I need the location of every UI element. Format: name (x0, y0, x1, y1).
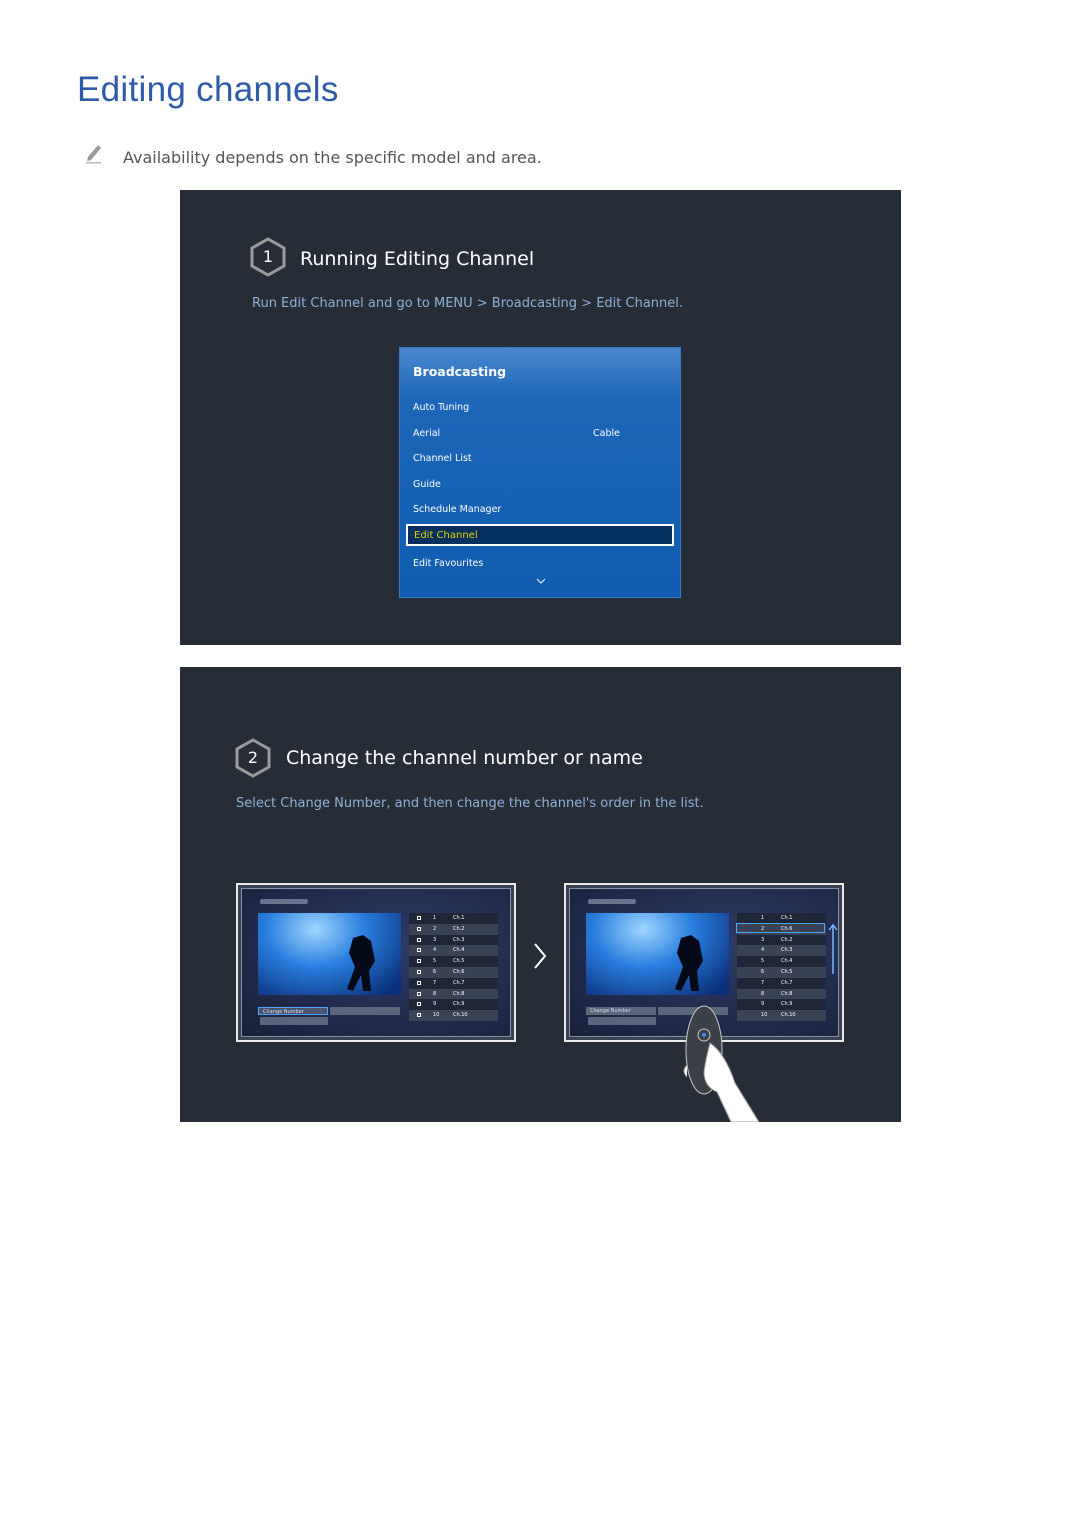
channel-row[interactable]: 6 Ch.5 (737, 966, 826, 978)
channel-row[interactable]: 3 Ch.2 (737, 934, 826, 946)
channel-row[interactable]: 8 Ch.8 (737, 988, 826, 1000)
channel-name: Ch.5 (453, 958, 465, 965)
step2-panel: 2 Change the channel number or name Sele… (180, 667, 901, 1122)
screen-header (260, 899, 308, 904)
page-title: Editing channels (77, 70, 339, 109)
remote-in-hand-icon (683, 1005, 760, 1122)
menu-item-edit-favourites[interactable]: Edit Favourites (413, 558, 483, 569)
chevron-down-icon[interactable] (536, 578, 546, 584)
chevron-right-icon (534, 943, 547, 969)
broadcasting-menu: Broadcasting Auto Tuning Aerial Cable Ch… (399, 347, 681, 598)
checkbox[interactable] (417, 948, 421, 953)
menu-item-edit-channel[interactable]: Edit Channel (406, 524, 674, 546)
channel-row[interactable]: 4 Ch.4 (409, 945, 498, 957)
channel-name: Ch.8 (781, 990, 793, 997)
channel-row[interactable]: 5 Ch.5 (409, 956, 498, 967)
step2-title: Change the channel number or name (286, 747, 643, 769)
channel-number: 4 (433, 947, 437, 954)
channel-name: Ch.9 (781, 1001, 793, 1008)
channel-row[interactable]: 3 Ch.3 (409, 934, 498, 946)
checkbox[interactable] (417, 959, 421, 964)
option-button[interactable] (260, 1017, 328, 1025)
channel-row[interactable]: 1 Ch.1 (409, 913, 498, 924)
option-button[interactable] (330, 1007, 400, 1015)
channel-name: Ch.7 (781, 979, 793, 986)
channel-number: 8 (433, 990, 437, 997)
option-button[interactable] (588, 1017, 656, 1025)
tv-screen-before: 1 Ch.1 2 Ch.2 3 Ch.3 4 Ch.4 5 Ch.5 6 Ch.6 7 Ch.7 8 Ch.8… (236, 883, 516, 1042)
channel-name: Ch.4 (781, 958, 793, 965)
channel-row[interactable]: 4 Ch.3 (737, 945, 826, 957)
checkbox[interactable] (417, 1013, 421, 1018)
checkbox[interactable] (417, 991, 421, 996)
channel-name: Ch.2 (781, 936, 793, 943)
checkbox[interactable] (417, 1002, 421, 1007)
menu-item-auto-tuning[interactable]: Auto Tuning (413, 402, 469, 413)
menu-item-guide[interactable]: Guide (413, 479, 441, 490)
channel-name: Ch.10 (781, 1012, 796, 1019)
channel-row[interactable]: 7 Ch.7 (409, 977, 498, 989)
channel-number: 9 (433, 1001, 437, 1008)
change-number-button[interactable]: Change Number (586, 1007, 656, 1015)
step1-number: 1 (262, 247, 274, 266)
menu-item-channel-list[interactable]: Channel List (413, 453, 472, 464)
channel-number: 3 (761, 936, 765, 943)
channel-list: 1 Ch.1 2 Ch.2 3 Ch.3 4 Ch.4 5 Ch.5 6 Ch.6 7 Ch.7 8 Ch.8… (409, 913, 498, 1021)
availability-note: Availability depends on the specific mod… (123, 148, 542, 167)
channel-number: 10 (433, 1012, 440, 1019)
step2-description: Select Change Number, and then change th… (236, 796, 704, 811)
menu-title: Broadcasting (413, 364, 507, 379)
menu-item-edit-channel-label: Edit Channel (414, 530, 478, 541)
channel-name: Ch.8 (453, 990, 465, 997)
channel-number: 6 (761, 968, 765, 975)
channel-name: Ch.7 (453, 979, 465, 986)
channel-name: Ch.1 (781, 915, 793, 921)
channel-number: 4 (761, 947, 765, 954)
channel-name: Ch.10 (453, 1012, 468, 1019)
channel-number: 5 (433, 958, 437, 965)
channel-number: 1 (761, 915, 765, 921)
checkbox[interactable] (417, 969, 421, 974)
channel-name: Ch.2 (453, 925, 465, 932)
channel-number: 2 (433, 925, 437, 932)
channel-number: 7 (761, 979, 765, 986)
channel-row[interactable]: 2 Ch.2 (409, 923, 498, 935)
channel-row[interactable]: 10 Ch.10 (409, 1010, 498, 1021)
channel-number: 8 (761, 990, 765, 997)
change-number-button[interactable]: Change Number (258, 1007, 328, 1015)
channel-number: 3 (433, 936, 437, 943)
diver-image (258, 913, 401, 995)
channel-number: 6 (433, 968, 437, 975)
channel-name: Ch.4 (453, 947, 465, 954)
arrow-up-icon (828, 923, 838, 974)
channel-name: Ch.3 (453, 936, 465, 943)
channel-row[interactable]: 5 Ch.4 (737, 956, 826, 967)
channel-name: Ch.9 (453, 1001, 465, 1008)
checkbox[interactable] (417, 937, 421, 942)
channel-row[interactable]: 6 Ch.6 (409, 966, 498, 978)
channel-row[interactable]: 7 Ch.7 (737, 977, 826, 989)
channel-name: Ch.5 (781, 968, 793, 975)
selected-row-highlight (736, 923, 825, 933)
checkbox[interactable] (417, 926, 421, 931)
menu-item-aerial[interactable]: Aerial (413, 428, 440, 439)
step1-description: Run Edit Channel and go to MENU > Broadc… (252, 296, 684, 311)
step2-number: 2 (247, 748, 259, 767)
channel-number: 1 (433, 915, 437, 921)
screen-header (588, 899, 636, 904)
checkbox[interactable] (417, 916, 421, 920)
pencil-icon (86, 145, 101, 164)
menu-item-schedule-manager[interactable]: Schedule Manager (413, 504, 501, 515)
aerial-value: Cable (593, 428, 620, 439)
channel-number: 7 (433, 979, 437, 986)
step1-title: Running Editing Channel (300, 248, 535, 270)
checkbox[interactable] (417, 980, 421, 985)
channel-name: Ch.3 (781, 947, 793, 954)
channel-number: 5 (761, 958, 765, 965)
diver-image (586, 913, 729, 995)
channel-name: Ch.1 (453, 915, 465, 921)
channel-row[interactable]: 9 Ch.9 (409, 999, 498, 1011)
channel-name: Ch.6 (453, 968, 465, 975)
channel-row[interactable]: 8 Ch.8 (409, 988, 498, 1000)
